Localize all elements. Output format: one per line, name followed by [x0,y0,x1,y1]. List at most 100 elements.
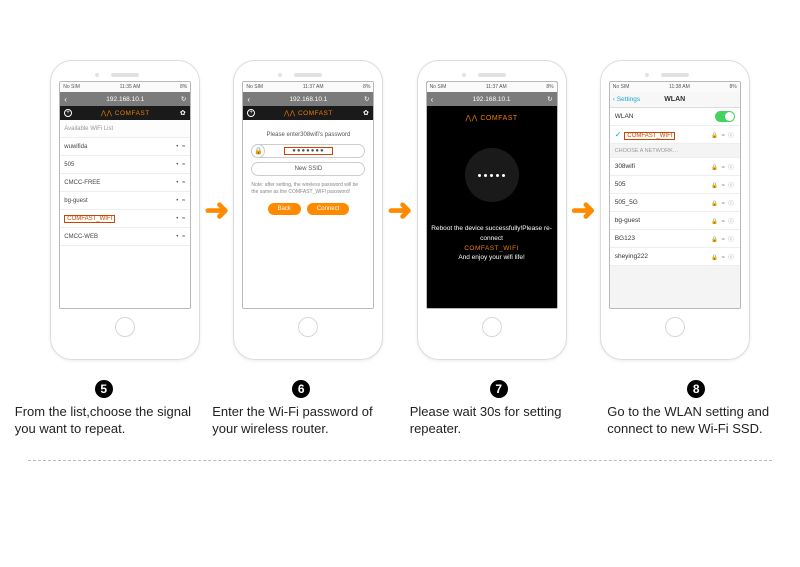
wifi-item[interactable]: 505• ≈ [60,156,190,174]
reboot-line-1: Reboot the device successfully!Please re… [427,224,557,244]
status-bar: No SIM 11:35 AM 8% [60,82,190,92]
brand-bar: + ⋀⋀ COMFAST ✿ [60,106,190,120]
reboot-message: Reboot the device successfully!Please re… [427,224,557,263]
reboot-ssid: COMFAST_WIFI [427,244,557,254]
password-mask: ●●●●●●● [284,147,332,155]
url-bar: ‹ 192.168.10.1 ↻ [60,92,190,106]
refresh-icon[interactable]: ↻ [364,95,369,103]
signal-icon: • ≈ [176,234,186,240]
no-sim-label: No SIM [430,84,447,90]
network-item[interactable]: bg-guest🔒 ≈ ⓘ [610,212,740,230]
phone-camera [278,73,282,77]
network-item[interactable]: BG123🔒 ≈ ⓘ [610,230,740,248]
signal-icon: • ≈ [176,198,186,204]
phone-speaker [294,73,322,77]
phone-speaker [661,73,689,77]
wifi-item[interactable]: wuwifida• ≈ [60,138,190,156]
wifi-item[interactable]: CMCC-WEB• ≈ [60,228,190,246]
gear-icon[interactable]: ✿ [180,109,186,117]
footer-divider [28,460,772,461]
gear-icon[interactable]: ✿ [363,109,369,117]
arrow-icon: ➜ [387,193,412,228]
reboot-panel: ⋀⋀ COMFAST Reboot the device successfull… [427,106,557,308]
url-ip: 192.168.10.1 [289,96,327,103]
add-icon[interactable]: + [64,109,72,117]
ssid-input[interactable]: New SSID [251,162,365,176]
settings-back-link[interactable]: ‹ Settings [613,96,640,103]
instruction-page: No SIM 11:35 AM 8% ‹ 192.168.10.1 ↻ + ⋀⋀… [0,0,800,567]
wlan-title: WLAN [664,96,685,103]
loading-spinner [465,148,519,202]
phone-step-7: No SIM 11:37 AM 8% ‹ 192.168.10.1 ↻ ⋀⋀ C… [417,60,567,360]
ssid-placeholder: New SSID [295,166,323,172]
wlan-toggle-on[interactable] [715,111,735,122]
refresh-icon[interactable]: ↻ [547,95,552,103]
screen-wlan-settings: No SIM 11:38 AM 8% ‹ Settings WLAN WLAN … [609,81,741,309]
checkmark-icon: ✓ [615,130,622,139]
battery-label: 8% [729,84,736,90]
caption-text: From the list,choose the signal you want… [15,404,193,438]
step-number-badge: 6 [292,380,310,398]
home-button[interactable] [482,317,502,337]
signal-icon: • ≈ [176,144,186,150]
refresh-icon[interactable]: ↻ [181,95,186,103]
home-button[interactable] [298,317,318,337]
back-button[interactable]: Back [268,203,301,215]
connect-button[interactable]: Connect [307,203,349,215]
network-item[interactable]: 505🔒 ≈ ⓘ [610,176,740,194]
browser-back-icon[interactable]: ‹ [64,95,67,104]
caption-step-6: 6 Enter the Wi-Fi password of your wirel… [212,380,390,438]
url-bar: ‹ 192.168.10.1 ↻ [243,92,373,106]
screen-wifi-list: No SIM 11:35 AM 8% ‹ 192.168.10.1 ↻ + ⋀⋀… [59,81,191,309]
battery-label: 8% [546,84,553,90]
url-bar: ‹ 192.168.10.1 ↻ [427,92,557,106]
caption-text: Go to the WLAN setting and connect to ne… [607,404,785,438]
network-item[interactable]: 505_5G🔒 ≈ ⓘ [610,194,740,212]
wifi-item[interactable]: bg-guest• ≈ [60,192,190,210]
status-bar: No SIM 11:37 AM 8% [243,82,373,92]
wifi-item[interactable]: CMCC-FREE• ≈ [60,174,190,192]
phone-camera [95,73,99,77]
phone-camera [645,73,649,77]
step-number-badge: 7 [490,380,508,398]
arrow-icon: ➜ [204,193,229,228]
wlan-toggle-row[interactable]: WLAN [610,108,740,126]
caption-step-7: 7 Please wait 30s for setting repeater. [410,380,588,438]
browser-back-icon[interactable]: ‹ [431,95,434,104]
phone-speaker [111,73,139,77]
network-icons: 🔒 ≈ ⓘ [711,131,734,139]
caption-step-8: 8 Go to the WLAN setting and connect to … [607,380,785,438]
clock: 11:35 AM [120,84,141,90]
no-sim-label: No SIM [63,84,80,90]
home-button[interactable] [665,317,685,337]
clock: 11:38 AM [669,84,690,90]
caption-step-5: 5 From the list,choose the signal you wa… [15,380,193,438]
browser-back-icon[interactable]: ‹ [247,95,250,104]
caption-text: Please wait 30s for setting repeater. [410,404,588,438]
url-ip: 192.168.10.1 [106,96,144,103]
caption-text: Enter the Wi-Fi password of your wireles… [212,404,390,438]
home-button[interactable] [115,317,135,337]
phone-step-5: No SIM 11:35 AM 8% ‹ 192.168.10.1 ↻ + ⋀⋀… [50,60,200,360]
password-form: Please enter308wifi's password 🔒 ●●●●●●●… [243,120,373,221]
screen-password: No SIM 11:37 AM 8% ‹ 192.168.10.1 ↻ + ⋀⋀… [242,81,374,309]
phone-row: No SIM 11:35 AM 8% ‹ 192.168.10.1 ↻ + ⋀⋀… [10,60,790,360]
arrow-icon: ➜ [571,193,596,228]
wifi-item-selected[interactable]: COMFAST_WIFI• ≈ [60,210,190,228]
brand-logo: ⋀⋀ COMFAST [101,109,150,117]
battery-label: 8% [180,84,187,90]
settings-nav: ‹ Settings WLAN [610,92,740,108]
password-prompt: Please enter308wifi's password [249,132,367,138]
battery-label: 8% [363,84,370,90]
network-item[interactable]: sheying222🔒 ≈ ⓘ [610,248,740,266]
no-sim-label: No SIM [246,84,263,90]
wifi-list-header: Available WiFi List [60,120,190,138]
add-icon[interactable]: + [247,109,255,117]
url-ip: 192.168.10.1 [473,96,511,103]
signal-icon: • ≈ [176,180,186,186]
status-bar: No SIM 11:37 AM 8% [427,82,557,92]
network-item[interactable]: 308wifi🔒 ≈ ⓘ [610,158,740,176]
connected-network-row[interactable]: ✓COMFAST_WIFI 🔒 ≈ ⓘ [610,126,740,144]
password-input[interactable]: 🔒 ●●●●●●● [251,144,365,158]
brand-bar: + ⋀⋀ COMFAST ✿ [243,106,373,120]
